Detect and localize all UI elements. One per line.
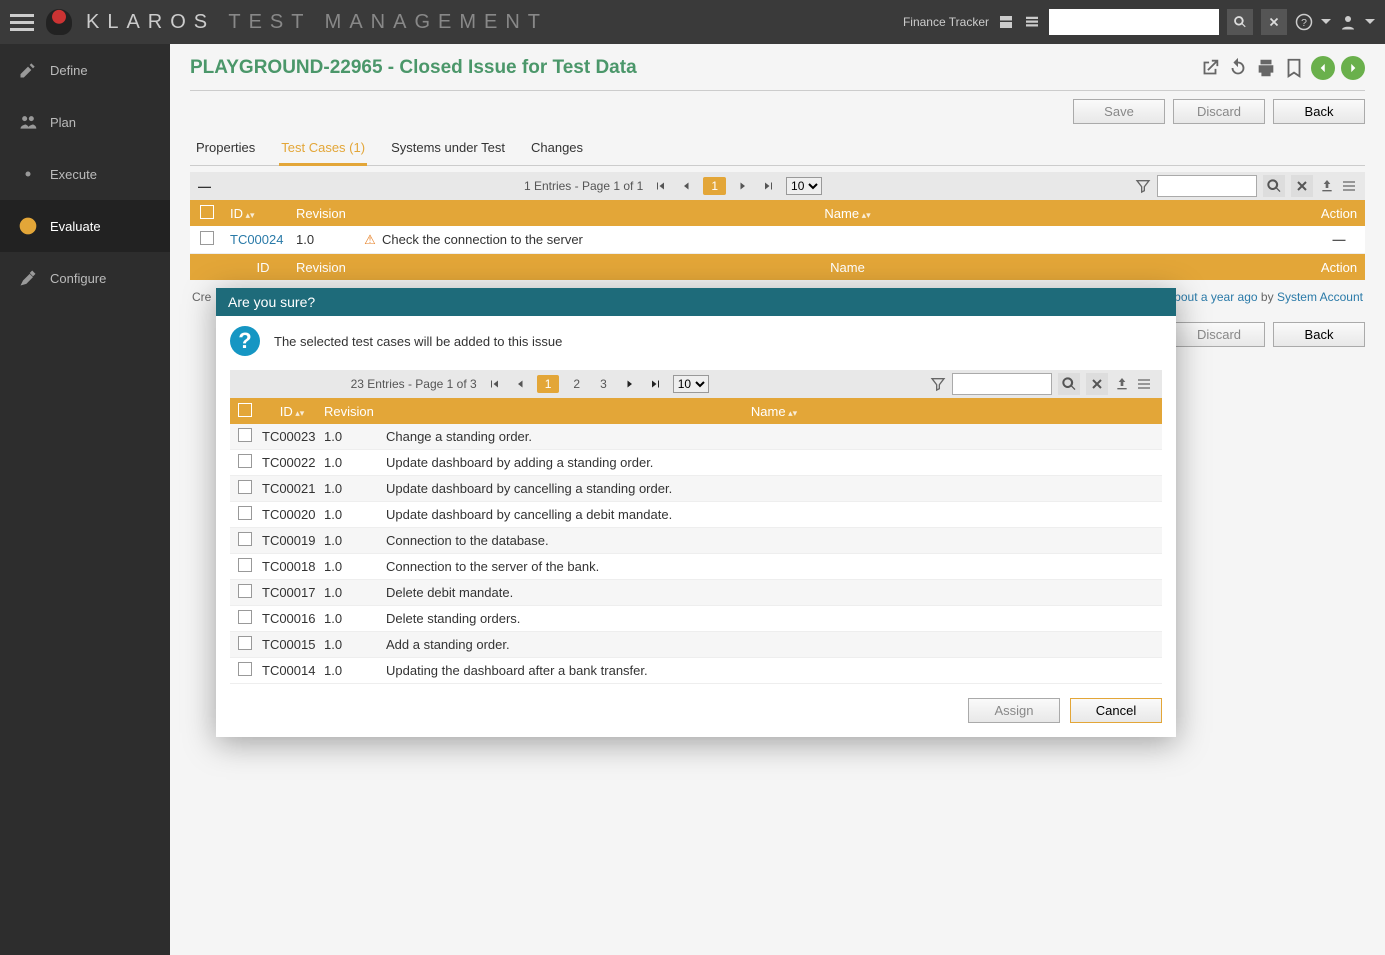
cancel-button[interactable]: Cancel — [1070, 698, 1162, 723]
modal-pager-first[interactable] — [485, 375, 503, 393]
question-icon: ? — [230, 326, 260, 356]
row-id: TC00019 — [260, 533, 324, 548]
row-name: Change a standing order. — [386, 429, 1162, 444]
modal-columns-icon[interactable] — [1136, 376, 1152, 392]
row-name: Add a standing order. — [386, 637, 1162, 652]
row-revision: 1.0 — [324, 637, 386, 652]
modal-page-3[interactable]: 3 — [594, 377, 613, 391]
row-id: TC00020 — [260, 507, 324, 522]
row-revision: 1.0 — [324, 611, 386, 626]
row-revision: 1.0 — [324, 663, 386, 678]
list-item[interactable]: TC000191.0Connection to the database. — [230, 528, 1162, 554]
row-checkbox[interactable] — [238, 428, 252, 442]
modal-header-name[interactable]: Name — [751, 404, 797, 419]
modal-filter-icon[interactable] — [930, 376, 946, 392]
modal-pager-last[interactable] — [647, 375, 665, 393]
row-checkbox[interactable] — [238, 584, 252, 598]
assign-button[interactable]: Assign — [968, 698, 1060, 723]
row-id: TC00021 — [260, 481, 324, 496]
row-id: TC00018 — [260, 559, 324, 574]
row-name: Connection to the database. — [386, 533, 1162, 548]
list-item[interactable]: TC000181.0Connection to the server of th… — [230, 554, 1162, 580]
row-checkbox[interactable] — [238, 610, 252, 624]
row-checkbox[interactable] — [238, 454, 252, 468]
row-name: Update dashboard by adding a standing or… — [386, 455, 1162, 470]
list-item[interactable]: TC000141.0Updating the dashboard after a… — [230, 658, 1162, 684]
row-id: TC00016 — [260, 611, 324, 626]
modal-select-all[interactable] — [238, 403, 252, 417]
list-item[interactable]: TC000171.0Delete debit mandate. — [230, 580, 1162, 606]
list-item[interactable]: TC000211.0Update dashboard by cancelling… — [230, 476, 1162, 502]
row-id: TC00023 — [260, 429, 324, 444]
list-item[interactable]: TC000151.0Add a standing order. — [230, 632, 1162, 658]
row-name: Delete debit mandate. — [386, 585, 1162, 600]
list-item[interactable]: TC000231.0Change a standing order. — [230, 424, 1162, 450]
row-checkbox[interactable] — [238, 558, 252, 572]
modal-page-1[interactable]: 1 — [537, 375, 560, 393]
row-id: TC00014 — [260, 663, 324, 678]
row-checkbox[interactable] — [238, 532, 252, 546]
row-name: Update dashboard by cancelling a standin… — [386, 481, 1162, 496]
row-name: Delete standing orders. — [386, 611, 1162, 626]
list-item[interactable]: TC000161.0Delete standing orders. — [230, 606, 1162, 632]
modal-title: Are you sure? — [216, 288, 1176, 316]
row-checkbox[interactable] — [238, 662, 252, 676]
list-item[interactable]: TC000221.0Update dashboard by adding a s… — [230, 450, 1162, 476]
row-revision: 1.0 — [324, 559, 386, 574]
modal-message: The selected test cases will be added to… — [274, 334, 562, 349]
row-name: Updating the dashboard after a bank tran… — [386, 663, 1162, 678]
row-revision: 1.0 — [324, 455, 386, 470]
modal-page-2[interactable]: 2 — [567, 377, 586, 391]
modal-search-button[interactable] — [1058, 373, 1080, 395]
row-name: Connection to the server of the bank. — [386, 559, 1162, 574]
list-item[interactable]: TC000201.0Update dashboard by cancelling… — [230, 502, 1162, 528]
row-revision: 1.0 — [324, 429, 386, 444]
row-checkbox[interactable] — [238, 636, 252, 650]
row-revision: 1.0 — [324, 533, 386, 548]
row-id: TC00015 — [260, 637, 324, 652]
modal-overlay: Are you sure? ? The selected test cases … — [0, 0, 1385, 955]
row-checkbox[interactable] — [238, 506, 252, 520]
modal-search-clear[interactable] — [1086, 373, 1108, 395]
modal-header-id[interactable]: ID — [280, 404, 305, 419]
row-name: Update dashboard by cancelling a debit m… — [386, 507, 1162, 522]
row-id: TC00022 — [260, 455, 324, 470]
row-id: TC00017 — [260, 585, 324, 600]
confirm-dialog: Are you sure? ? The selected test cases … — [216, 288, 1176, 737]
modal-search-input[interactable] — [952, 373, 1052, 395]
row-revision: 1.0 — [324, 481, 386, 496]
row-checkbox[interactable] — [238, 480, 252, 494]
row-revision: 1.0 — [324, 507, 386, 522]
modal-pager-info: 23 Entries - Page 1 of 3 — [351, 377, 477, 391]
modal-grid-header: ID Revision Name — [230, 398, 1162, 424]
row-revision: 1.0 — [324, 585, 386, 600]
modal-pager-next[interactable] — [621, 375, 639, 393]
modal-header-revision[interactable]: Revision — [324, 404, 386, 419]
modal-page-size[interactable]: 10 — [673, 375, 709, 393]
modal-pager-prev[interactable] — [511, 375, 529, 393]
modal-export-icon[interactable] — [1114, 376, 1130, 392]
